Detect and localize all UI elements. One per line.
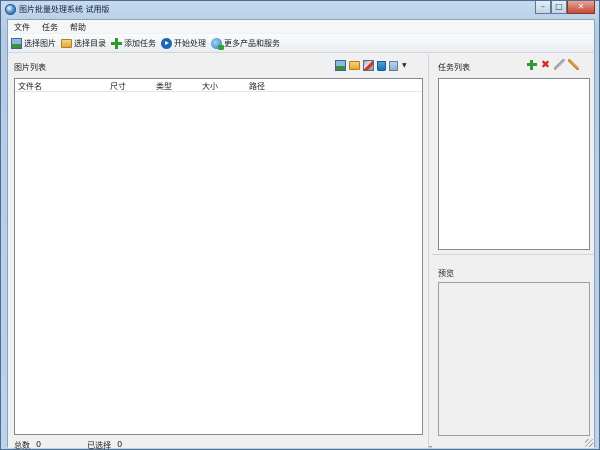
image-icon <box>11 37 22 49</box>
image-list-panel: 图片列表 ▼ 文件名 尺寸 类型 大小 路径 总数 0 已选择 0 <box>8 54 429 450</box>
chevron-down-icon[interactable]: ▼ <box>402 62 407 69</box>
select-images-label: 选择图片 <box>24 38 56 48</box>
menu-help[interactable]: 帮助 <box>64 20 92 33</box>
add-task-button[interactable]: 添加任务 <box>111 37 156 49</box>
table-header: 文件名 尺寸 类型 大小 路径 <box>15 79 422 92</box>
task-list-toolbar: ✖ <box>526 59 582 70</box>
toolbar: 选择图片 选择目录 添加任务 开始处理 更多产品和服务 <box>8 34 594 53</box>
task-list-box[interactable] <box>438 78 590 250</box>
column-header-dimensions[interactable]: 尺寸 <box>107 79 153 91</box>
select-images-button[interactable]: 选择图片 <box>11 37 56 49</box>
add-task-icon[interactable] <box>526 59 537 70</box>
menu-task[interactable]: 任务 <box>36 20 64 33</box>
title-bar[interactable]: 图片批量处理系统 试用版 – □ ✕ <box>1 1 599 19</box>
more-products-button[interactable]: 更多产品和服务 <box>211 37 280 50</box>
resize-grip[interactable] <box>585 439 593 447</box>
task-list-title: 任务列表 <box>438 63 470 72</box>
add-task-label: 添加任务 <box>124 38 156 48</box>
status-bar: 总数 0 已选择 0 <box>14 440 128 450</box>
column-header-size[interactable]: 大小 <box>199 79 246 91</box>
broom-icon[interactable] <box>568 59 579 70</box>
client-area: 文件 任务 帮助 选择图片 选择目录 添加任务 开始处理 更多产品和服务 图片列… <box>7 19 595 450</box>
wrench-icon[interactable] <box>554 59 565 70</box>
maximize-button[interactable]: □ <box>551 1 567 14</box>
globe-icon <box>211 37 224 50</box>
selected-count: 0 <box>117 440 123 449</box>
column-header-filename[interactable]: 文件名 <box>15 79 107 91</box>
preview-area <box>438 282 590 436</box>
app-window: 图片批量处理系统 试用版 – □ ✕ 文件 任务 帮助 选择图片 选择目录 添加… <box>0 0 600 450</box>
total-count: 0 <box>36 440 42 449</box>
plus-icon <box>111 37 122 49</box>
preview-panel: 预览 <box>432 256 594 448</box>
select-option-icon[interactable] <box>389 60 398 71</box>
total-label: 总数 <box>14 441 30 450</box>
minimize-button[interactable]: – <box>535 1 551 14</box>
image-list-table[interactable]: 文件名 尺寸 类型 大小 路径 <box>14 78 423 435</box>
delete-task-icon[interactable]: ✖ <box>540 59 551 70</box>
image-list-toolbar: ▼ <box>335 60 407 71</box>
add-folder-icon[interactable] <box>349 61 360 70</box>
menu-file[interactable]: 文件 <box>8 20 36 33</box>
column-header-path[interactable]: 路径 <box>246 79 306 91</box>
task-list-panel: 任务列表 ✖ <box>432 54 594 255</box>
selected-label: 已选择 <box>87 441 112 450</box>
preview-title: 预览 <box>438 269 454 278</box>
start-processing-label: 开始处理 <box>174 38 206 48</box>
remove-images-icon[interactable] <box>363 60 374 71</box>
window-title: 图片批量处理系统 试用版 <box>19 5 110 14</box>
select-folder-button[interactable]: 选择目录 <box>61 38 106 49</box>
add-image-icon[interactable] <box>335 60 346 71</box>
folder-icon <box>61 38 72 48</box>
more-products-label: 更多产品和服务 <box>224 38 280 48</box>
trash-icon[interactable] <box>377 60 386 71</box>
window-controls: – □ ✕ <box>535 1 595 15</box>
image-list-title: 图片列表 <box>14 63 46 72</box>
close-button[interactable]: ✕ <box>567 1 595 14</box>
app-icon <box>5 4 16 15</box>
start-processing-button[interactable]: 开始处理 <box>161 37 206 49</box>
menu-bar: 文件 任务 帮助 <box>8 20 594 33</box>
column-header-type[interactable]: 类型 <box>153 79 199 91</box>
play-icon <box>161 37 172 49</box>
select-folder-label: 选择目录 <box>74 38 106 48</box>
